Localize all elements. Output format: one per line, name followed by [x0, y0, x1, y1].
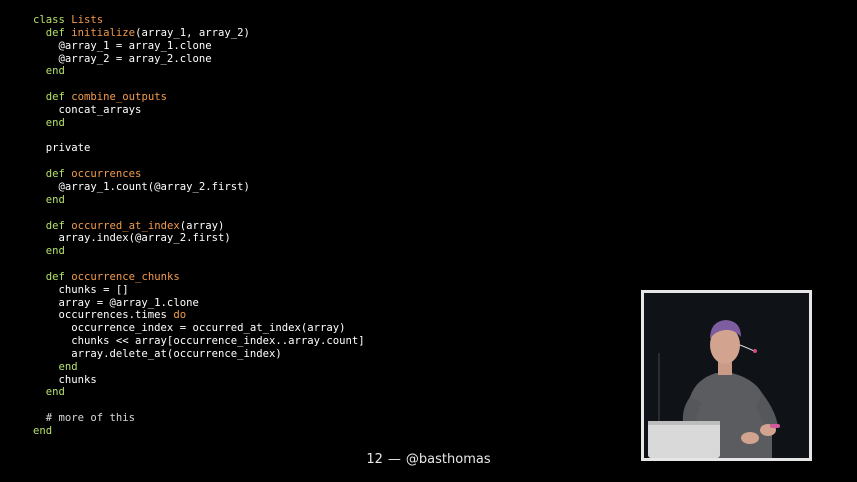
code-token: occurrences.times [33, 309, 174, 322]
code-token: initialize [71, 26, 136, 39]
speaker-video-overlay [641, 290, 812, 461]
code-token: @array_1.count(@array_2.first) [33, 180, 250, 193]
code-token: end [33, 360, 78, 373]
code-line: chunks [33, 374, 365, 387]
code-token: chunks = [] [33, 283, 129, 296]
code-token: do [173, 309, 187, 322]
code-token: @array_1 = array_1.clone [33, 39, 212, 52]
code-line: end [33, 361, 365, 374]
code-line: class Lists [33, 14, 365, 27]
speaker-video-icon [644, 293, 809, 458]
code-line: end [33, 117, 365, 130]
code-token: end [33, 116, 65, 129]
code-line: occurrences.times do [33, 309, 365, 322]
code-line: end [33, 65, 365, 78]
code-line: end [33, 386, 365, 399]
code-token: end [33, 193, 65, 206]
code-token: @array_2 = array_2.clone [33, 52, 212, 65]
code-token: # more of this [33, 412, 136, 425]
code-line: def initialize(array_1, array_2) [33, 27, 365, 40]
code-token: occurred_at_index [71, 219, 180, 232]
code-token: def [33, 26, 72, 39]
code-token: occurrence_index = occurred_at_index(arr… [33, 322, 346, 335]
code-token: end [33, 425, 53, 437]
code-line: @array_1 = array_1.clone [33, 40, 365, 53]
code-token: chunks << array[occurrence_index..array.… [33, 335, 365, 348]
code-token: combine_outputs [71, 91, 167, 104]
code-line: end [33, 425, 365, 438]
code-line: end [33, 194, 365, 207]
code-token: def [33, 270, 72, 283]
code-token: concat_arrays [33, 103, 142, 116]
code-token: array.delete_at(occurrence_index) [33, 347, 282, 360]
code-token: def [33, 91, 72, 104]
code-line: def combine_outputs [33, 91, 365, 104]
code-block: class Lists def initialize(array_1, arra… [33, 14, 365, 438]
code-line: array.index(@array_2.first) [33, 232, 365, 245]
code-token: chunks [33, 373, 97, 386]
code-line: array.delete_at(occurrence_index) [33, 348, 365, 361]
page-number: 12 [366, 452, 383, 467]
code-line: private [33, 142, 365, 155]
code-line: chunks = [] [33, 284, 365, 297]
code-token: occurrence_chunks [71, 270, 180, 283]
code-token: Lists [71, 14, 104, 26]
code-token: end [33, 65, 65, 78]
footer-separator: — [387, 452, 401, 467]
code-token: def [33, 219, 72, 232]
code-token: private [33, 142, 91, 155]
code-line: occurrence_index = occurred_at_index(arr… [33, 322, 365, 335]
code-line: # more of this [33, 412, 365, 425]
code-token: def [33, 168, 72, 181]
code-line: def occurrence_chunks [33, 271, 365, 284]
author-handle: @basthomas [405, 452, 491, 467]
code-line: chunks << array[occurrence_index..array.… [33, 335, 365, 348]
code-token: occurrences [71, 168, 142, 181]
code-line: def occurrences [33, 168, 365, 181]
code-line: end [33, 245, 365, 258]
code-line: def occurred_at_index(array) [33, 220, 365, 233]
code-token: end [33, 386, 65, 399]
presentation-slide: class Lists def initialize(array_1, arra… [0, 0, 857, 482]
code-line: @array_1.count(@array_2.first) [33, 181, 365, 194]
code-token: array = @array_1.clone [33, 296, 199, 309]
code-line: concat_arrays [33, 104, 365, 117]
code-token: (array_1, array_2) [135, 26, 250, 39]
code-token: array.index(@array_2.first) [33, 232, 231, 245]
code-line: @array_2 = array_2.clone [33, 53, 365, 66]
code-line: array = @array_1.clone [33, 297, 365, 310]
code-token: class [33, 14, 72, 26]
code-token: end [33, 245, 65, 258]
code-token: (array) [179, 219, 225, 232]
